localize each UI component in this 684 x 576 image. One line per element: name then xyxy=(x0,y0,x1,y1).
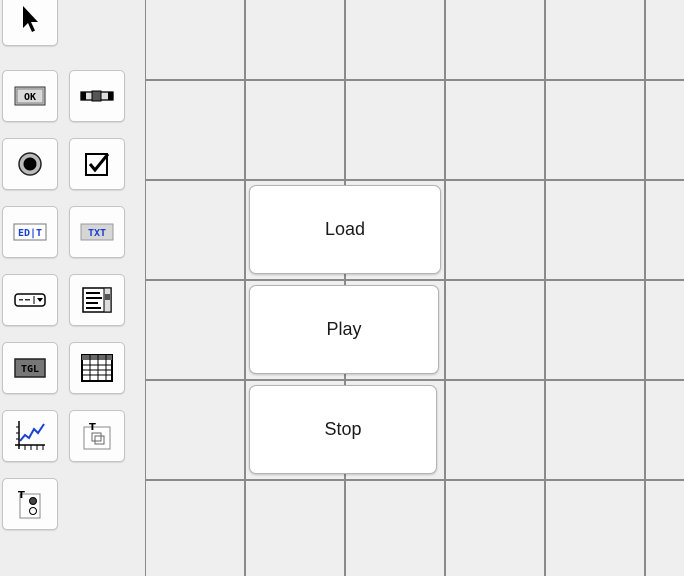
ok-button-icon-label: OK xyxy=(24,92,36,103)
load-button[interactable]: Load xyxy=(249,185,441,274)
list-box-tool[interactable] xyxy=(69,274,125,326)
radio-button-icon xyxy=(17,151,43,177)
design-canvas[interactable]: Load Play Stop xyxy=(145,0,684,576)
svg-text:T: T xyxy=(89,422,96,433)
slider-tool[interactable] xyxy=(69,70,125,122)
tab-group-icon: T xyxy=(81,420,113,452)
radio-group-tool[interactable]: T xyxy=(2,478,58,530)
toggle-button-tool[interactable]: TGL xyxy=(2,342,58,394)
checkbox-icon xyxy=(84,151,110,177)
graph-plot-tool[interactable] xyxy=(2,410,58,462)
text-label-icon: TXT xyxy=(80,222,114,242)
pointer-tool[interactable] xyxy=(2,0,58,46)
ok-button-icon: OK xyxy=(14,86,46,106)
edit-field-icon: ED|T xyxy=(13,221,47,243)
table-grid-icon xyxy=(81,354,113,382)
edit-field-tool[interactable]: ED|T xyxy=(2,206,58,258)
checkbox-tool[interactable] xyxy=(69,138,125,190)
svg-text:T: T xyxy=(18,490,25,501)
radio-button-tool[interactable] xyxy=(2,138,58,190)
graph-plot-icon xyxy=(13,419,47,453)
table-grid-tool[interactable] xyxy=(69,342,125,394)
toggle-button-icon: TGL xyxy=(14,358,46,378)
pointer-arrow-icon xyxy=(19,4,41,34)
radio-group-icon: T xyxy=(14,488,46,520)
dropdown-menu-tool[interactable] xyxy=(2,274,58,326)
ok-button-tool[interactable]: OK xyxy=(2,70,58,122)
stop-button[interactable]: Stop xyxy=(249,385,437,474)
list-box-icon xyxy=(82,287,112,313)
component-palette: OK ED|T TXT TGL T T xyxy=(0,0,145,576)
edit-field-icon-label: ED|T xyxy=(18,228,42,239)
toggle-button-icon-label: TGL xyxy=(21,364,39,375)
slider-icon xyxy=(80,89,114,103)
dropdown-menu-icon xyxy=(14,293,46,307)
text-label-tool[interactable]: TXT xyxy=(69,206,125,258)
play-button[interactable]: Play xyxy=(249,285,439,374)
text-label-icon-label: TXT xyxy=(88,228,106,239)
tab-group-tool[interactable]: T xyxy=(69,410,125,462)
